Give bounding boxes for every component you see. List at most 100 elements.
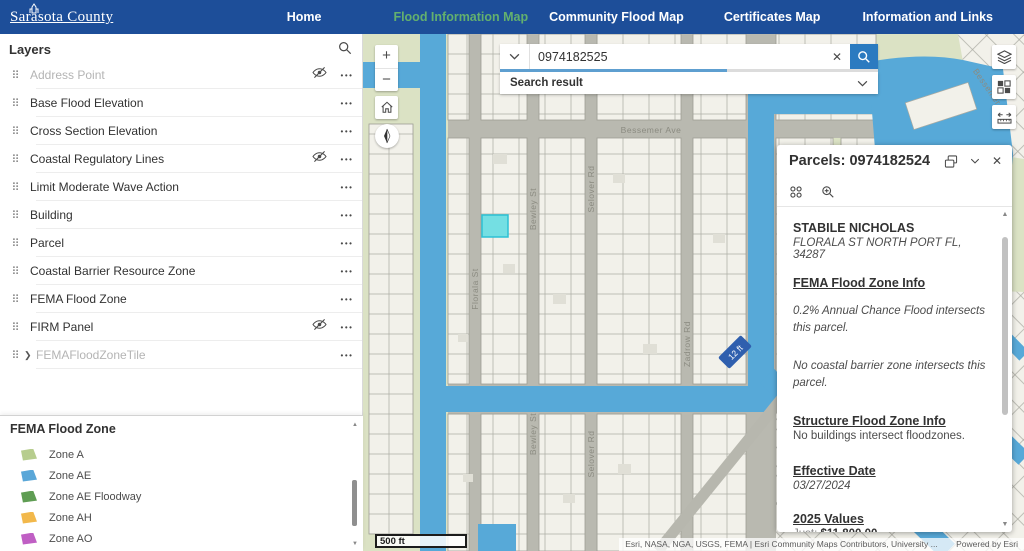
- search-result-chevron-icon[interactable]: [857, 80, 868, 87]
- layer-options-icon[interactable]: •••: [332, 295, 362, 304]
- visibility-off-icon[interactable]: [306, 66, 332, 84]
- map-widget-buttons: [992, 45, 1016, 135]
- nav-item-flood-information-map[interactable]: Flood Information Map: [393, 0, 528, 34]
- street-label-bessemer-ave: Bessemer Ave: [621, 125, 682, 135]
- attribution-text: Esri, NASA, NGA, USGS, FEMA | Esri Commu…: [625, 539, 938, 549]
- layer-row-building[interactable]: ⠿ Building •••: [0, 201, 362, 229]
- home-extent-button[interactable]: [375, 96, 398, 119]
- layer-options-icon[interactable]: •••: [332, 99, 362, 108]
- parcel-address: FLORALA ST NORTH PORT FL, 34287: [793, 237, 988, 261]
- legend-scrollbar-thumb[interactable]: [352, 480, 357, 526]
- measure-widget-button[interactable]: [992, 105, 1016, 129]
- layer-row-fema-flood-zone[interactable]: ⠿ FEMA Flood Zone •••: [0, 285, 362, 313]
- visibility-off-icon[interactable]: [306, 150, 332, 168]
- drag-handle-icon[interactable]: ⠿: [0, 97, 30, 110]
- layer-row-coastal-regulatory-lines[interactable]: ⠿ Coastal Regulatory Lines •••: [0, 145, 362, 173]
- layer-options-icon[interactable]: •••: [332, 351, 362, 360]
- structure-flood-zone-heading: Structure Flood Zone Info: [793, 414, 988, 428]
- street-label-zadrow-rd: Zadrow Rd: [682, 321, 692, 367]
- feature-pagination-icon[interactable]: [789, 185, 803, 199]
- street-label-selover-rd-lower: Selover Rd: [586, 430, 596, 477]
- parcel-info-panel: Parcels: 0974182524 ✕ STABILE NICHOLAS: [777, 145, 1012, 532]
- zoom-out-button[interactable]: −: [375, 68, 398, 91]
- drag-handle-icon[interactable]: ⠿: [0, 153, 30, 166]
- zone-ae-swatch: [21, 470, 37, 482]
- search-result-group[interactable]: Search result: [500, 72, 878, 94]
- search-result-label: Search result: [510, 77, 857, 89]
- layer-options-icon[interactable]: •••: [332, 267, 362, 276]
- layer-options-icon[interactable]: •••: [332, 211, 362, 220]
- nav-item-information-and-links[interactable]: Information and Links: [862, 0, 993, 34]
- search-submit-button[interactable]: [850, 44, 878, 69]
- layer-row-limit-moderate-wave-action[interactable]: ⠿ Limit Moderate Wave Action •••: [0, 173, 362, 201]
- drag-handle-icon[interactable]: ⠿: [0, 293, 30, 306]
- brand-link[interactable]: Sarasota County: [10, 9, 113, 26]
- legend-scrollbar[interactable]: ▲ ▼: [351, 422, 359, 547]
- layer-row-parcel[interactable]: ⠿ Parcel •••: [0, 229, 362, 257]
- drag-handle-icon[interactable]: ⠿: [0, 265, 30, 278]
- search-source-chevron-icon[interactable]: [500, 44, 530, 69]
- effective-date-value: 03/27/2024: [793, 480, 988, 492]
- parcel-panel-content: STABILE NICHOLAS FLORALA ST NORTH PORT F…: [777, 207, 1012, 532]
- layers-widget-button[interactable]: [992, 45, 1016, 69]
- fema-note-2: No coastal barrier zone intersects this …: [793, 358, 988, 391]
- drag-handle-icon[interactable]: ⠿: [0, 237, 30, 250]
- expand-chevron-icon[interactable]: ❯: [24, 350, 36, 361]
- drag-handle-icon[interactable]: ⠿: [0, 125, 30, 138]
- layer-row-femafloodzonetile[interactable]: ⠿ ❯ FEMAFloodZoneTile •••: [0, 341, 362, 369]
- value-row-just: Just: $11,800.00: [793, 528, 988, 532]
- legend-title: FEMA Flood Zone: [10, 422, 363, 436]
- panel-scrollbar-thumb[interactable]: [1002, 237, 1008, 415]
- parcel-owner: STABILE NICHOLAS: [793, 221, 988, 235]
- zoom-to-feature-icon[interactable]: [821, 185, 835, 199]
- fema-flood-zone-info-heading: FEMA Flood Zone Info: [793, 276, 988, 290]
- street-label-selover-rd-upper: Selover Rd: [586, 165, 596, 212]
- nav-item-community-flood-map[interactable]: Community Flood Map: [549, 0, 684, 34]
- zone-ao-swatch: [21, 533, 37, 545]
- compass-button[interactable]: [375, 124, 399, 148]
- zone-ah-swatch: [21, 512, 37, 524]
- effective-date-heading: Effective Date: [793, 464, 988, 478]
- powered-by-esri[interactable]: Powered by Esri: [956, 539, 1018, 549]
- search-input[interactable]: [530, 44, 824, 69]
- zoom-in-button[interactable]: +: [375, 45, 398, 68]
- parcel-panel-title: Parcels: 0974182524: [789, 153, 932, 169]
- search-clear-icon[interactable]: ✕: [824, 44, 850, 69]
- collapse-panel-chevron-icon[interactable]: [970, 158, 980, 164]
- layer-search-icon[interactable]: [338, 41, 352, 60]
- drag-handle-icon[interactable]: ⠿: [0, 181, 30, 194]
- street-label-florala-st: Florala St: [470, 268, 480, 310]
- drag-handle-icon[interactable]: ⠿: [0, 209, 30, 222]
- dock-panel-icon[interactable]: [944, 155, 958, 168]
- legend-item-zone-ae-floodway: Zone AE Floodway: [21, 486, 363, 507]
- layer-options-icon[interactable]: •••: [332, 239, 362, 248]
- layer-options-icon[interactable]: •••: [332, 155, 362, 164]
- street-label-bewley-st-upper: Bewley St: [528, 188, 538, 230]
- layer-options-icon[interactable]: •••: [332, 127, 362, 136]
- layer-row-firm-panel[interactable]: ⠿ FIRM Panel •••: [0, 313, 362, 341]
- map-controls: + −: [375, 45, 399, 148]
- layer-row-cross-section-elevation[interactable]: ⠿ Cross Section Elevation •••: [0, 117, 362, 145]
- visibility-off-icon[interactable]: [306, 318, 332, 336]
- layer-options-icon[interactable]: •••: [332, 183, 362, 192]
- legend-item-zone-ah: Zone AH: [21, 507, 363, 528]
- selected-parcel-highlight[interactable]: [482, 215, 508, 237]
- search-widget: ✕ Search result: [500, 44, 878, 94]
- drag-handle-icon[interactable]: ⠿: [0, 69, 30, 82]
- search-progress-underline: [500, 69, 878, 72]
- nav-item-home[interactable]: Home: [287, 0, 322, 34]
- layer-row-coastal-barrier-resource-zone[interactable]: ⠿ Coastal Barrier Resource Zone •••: [0, 257, 362, 285]
- legend-item-zone-ae: Zone AE: [21, 465, 363, 486]
- layer-options-icon[interactable]: •••: [332, 323, 362, 332]
- drag-handle-icon[interactable]: ⠿: [0, 321, 30, 334]
- panel-scrollbar[interactable]: ▲ ▼: [1000, 211, 1010, 528]
- layer-options-icon[interactable]: •••: [332, 71, 362, 80]
- app: Sarasota County Home Flood Information M…: [0, 0, 1024, 551]
- layer-row-address-point[interactable]: ⠿ Address Point •••: [0, 61, 362, 89]
- street-label-bewley-st-lower: Bewley St: [528, 413, 538, 455]
- basemap-gallery-button[interactable]: [992, 75, 1016, 99]
- nav-item-certificates-map[interactable]: Certificates Map: [724, 0, 821, 34]
- layer-row-base-flood-elevation[interactable]: ⠿ Base Flood Elevation •••: [0, 89, 362, 117]
- map-canvas[interactable]: Bessemer Ave Bessemer Ave Florala St Bew…: [363, 34, 1024, 551]
- close-panel-icon[interactable]: ✕: [992, 154, 1002, 168]
